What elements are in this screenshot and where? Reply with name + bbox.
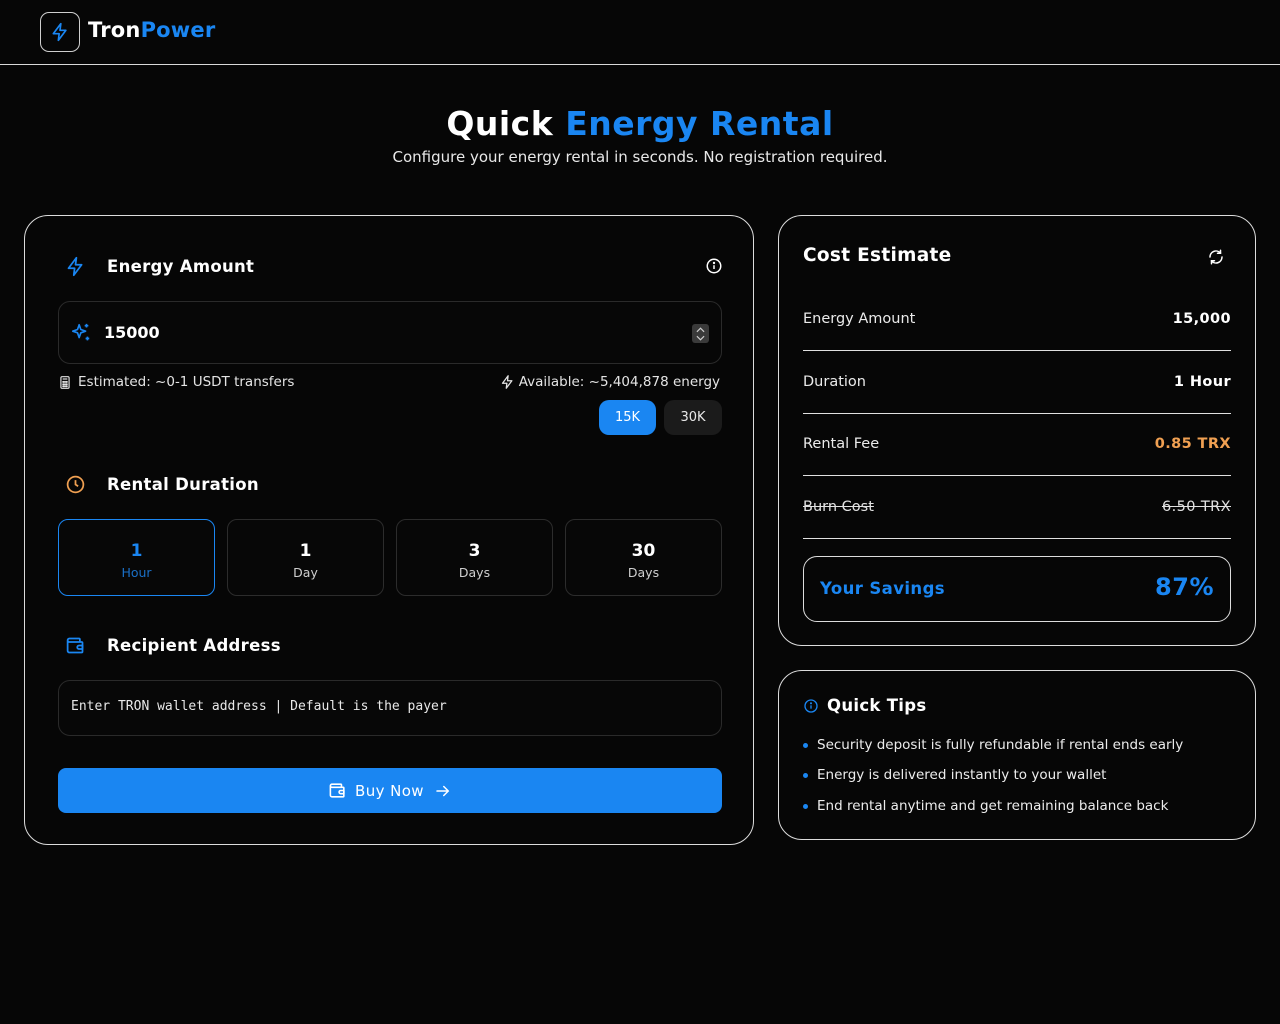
duration-number: 3 xyxy=(468,541,481,561)
cost-row-value: 15,000 xyxy=(1172,311,1231,327)
wallet-icon xyxy=(329,783,345,798)
quick-tips-card: Quick Tips Security deposit is fully ref… xyxy=(778,670,1256,840)
recipient-address-label: Recipient Address xyxy=(107,635,281,655)
buy-now-label: Buy Now xyxy=(355,781,424,800)
tip-item: End rental anytime and get remaining bal… xyxy=(803,798,1168,814)
duration-number: 1 xyxy=(299,541,312,561)
preset-15k-button[interactable]: 15K xyxy=(599,400,656,435)
cost-estimate-title: Cost Estimate xyxy=(803,245,952,266)
logo[interactable] xyxy=(40,12,80,52)
chevron-up-icon[interactable] xyxy=(696,326,705,333)
estimated-transfers: Estimated: ~0-1 USDT transfers xyxy=(58,374,294,390)
rental-duration-header: Rental Duration xyxy=(63,472,259,496)
burn-cost-value: 6.50 TRX xyxy=(1162,499,1231,515)
energy-amount-header: Energy Amount xyxy=(63,254,254,278)
savings-box: Your Savings 87% xyxy=(803,556,1231,622)
cost-estimate-card: Cost Estimate Energy Amount 15,000 Durat… xyxy=(778,215,1256,646)
arrow-right-icon xyxy=(436,785,450,796)
cost-row-label: Energy Amount xyxy=(803,311,916,327)
cost-row-label: Rental Fee xyxy=(803,436,880,452)
duration-unit: Hour xyxy=(121,565,152,580)
energy-amount-input[interactable] xyxy=(104,323,664,342)
tip-text: Security deposit is fully refundable if … xyxy=(817,737,1184,753)
quick-tips-header: Quick Tips xyxy=(803,696,926,715)
top-navbar: TronPower xyxy=(0,0,1280,65)
tip-item: Energy is delivered instantly to your wa… xyxy=(803,767,1106,783)
energy-amount-label: Energy Amount xyxy=(107,256,255,276)
duration-option-3-days[interactable]: 3 Days xyxy=(396,519,553,596)
cost-row-rental-fee: Rental Fee 0.85 TRX xyxy=(803,436,1231,476)
duration-number: 30 xyxy=(631,541,656,561)
cost-row-label: Duration xyxy=(803,374,866,390)
duration-unit: Days xyxy=(458,565,491,580)
cost-row-burn-cost: Burn Cost 6.50 TRX xyxy=(803,499,1231,539)
available-energy: Available: ~5,404,878 energy xyxy=(500,374,720,390)
page-title: Quick Energy Rental xyxy=(0,104,1280,143)
cost-row-duration: Duration 1 Hour xyxy=(803,374,1231,414)
lightning-icon xyxy=(52,22,67,42)
brand-part-1: Tron xyxy=(88,18,141,42)
duration-option-1-day[interactable]: 1 Day xyxy=(227,519,384,596)
bullet-icon xyxy=(803,772,808,778)
recipient-address-header: Recipient Address xyxy=(63,633,281,657)
wallet-icon xyxy=(63,633,87,657)
bullet-icon xyxy=(803,742,808,748)
lightning-icon xyxy=(63,254,87,278)
recipient-address-field[interactable] xyxy=(58,680,722,736)
savings-value: 87% xyxy=(1155,573,1214,601)
available-text: Available: ~5,404,878 energy xyxy=(518,374,720,390)
refresh-icon[interactable] xyxy=(1207,248,1225,266)
title-part-2: Energy Rental xyxy=(565,104,834,143)
buy-now-button[interactable]: Buy Now xyxy=(58,768,722,813)
recipient-address-input[interactable] xyxy=(71,699,701,714)
duration-unit: Days xyxy=(627,565,660,580)
chevron-down-icon[interactable] xyxy=(696,335,705,341)
title-part-1: Quick xyxy=(446,104,554,143)
cost-row-energy-amount: Energy Amount 15,000 xyxy=(803,311,1231,351)
cost-row-label: Burn Cost xyxy=(803,499,874,515)
info-icon xyxy=(804,698,818,713)
duration-option-30-days[interactable]: 30 Days xyxy=(565,519,722,596)
estimated-text: Estimated: ~0-1 USDT transfers xyxy=(78,374,295,390)
rental-fee-value: 0.85 TRX xyxy=(1154,436,1231,452)
savings-label: Your Savings xyxy=(820,579,946,598)
rental-form-card: Energy Amount Estimated: ~0-1 USDT trans… xyxy=(24,215,754,845)
rental-duration-label: Rental Duration xyxy=(107,474,259,494)
number-stepper[interactable] xyxy=(692,324,709,343)
lightning-icon xyxy=(501,375,513,389)
cost-row-value: 1 Hour xyxy=(1173,374,1231,390)
tip-text: Energy is delivered instantly to your wa… xyxy=(817,767,1107,783)
duration-option-1-hour[interactable]: 1 Hour xyxy=(58,519,215,596)
calculator-icon xyxy=(60,375,70,389)
page-subtitle: Configure your energy rental in seconds.… xyxy=(392,148,888,166)
tip-text: End rental anytime and get remaining bal… xyxy=(817,798,1169,814)
bullet-icon xyxy=(803,803,808,809)
duration-number: 1 xyxy=(130,541,143,561)
duration-unit: Day xyxy=(293,565,318,580)
tip-item: Security deposit is fully refundable if … xyxy=(803,737,1183,753)
quick-tips-title: Quick Tips xyxy=(827,696,927,715)
brand-name[interactable]: TronPower xyxy=(88,18,215,42)
energy-amount-field[interactable] xyxy=(58,301,722,364)
info-icon[interactable] xyxy=(705,257,723,275)
preset-30k-button[interactable]: 30K xyxy=(664,400,722,435)
clock-icon xyxy=(63,472,87,496)
sparkles-icon xyxy=(70,322,92,344)
brand-part-2: Power xyxy=(140,18,216,42)
